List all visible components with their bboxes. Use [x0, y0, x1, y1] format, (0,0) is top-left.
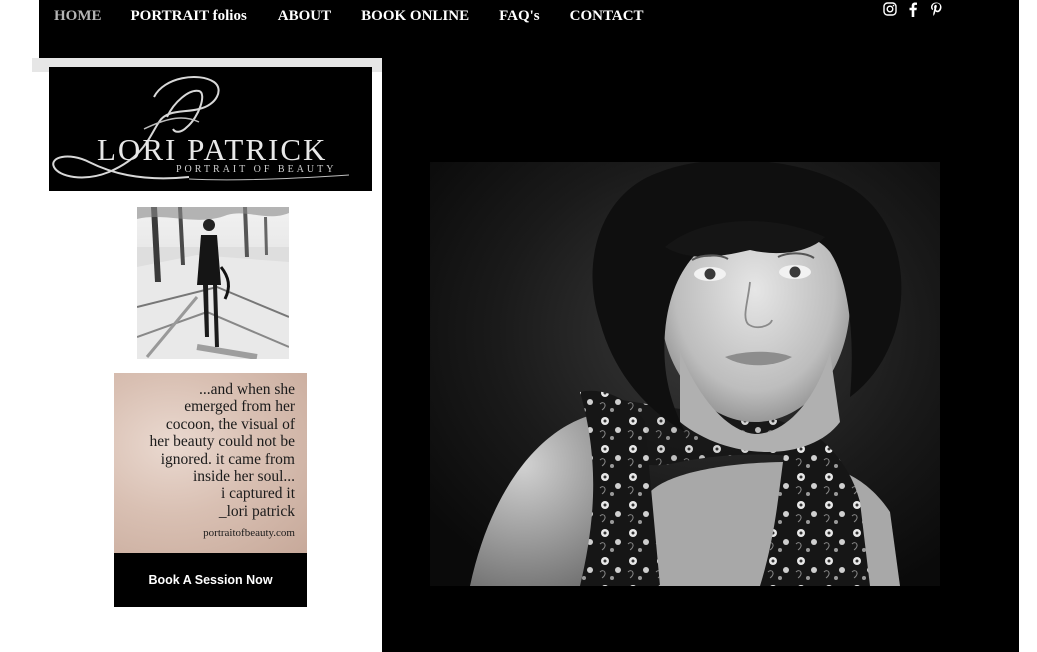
facebook-icon[interactable]	[905, 1, 921, 17]
site-logo[interactable]: LORI PATRICK PORTRAIT OF BEAUTY	[49, 67, 372, 191]
quote-line: ignored. it came from	[160, 450, 295, 468]
nav-item-home[interactable]: HOME	[54, 0, 102, 32]
logo-brand-name: LORI PATRICK	[97, 132, 328, 167]
nav-item-contact[interactable]: CONTACT	[570, 0, 644, 32]
quote-card: ...and when she emerged from her cocoon,…	[114, 373, 307, 607]
instagram-icon[interactable]	[882, 1, 898, 17]
logo-tagline: PORTRAIT OF BEAUTY	[176, 164, 337, 175]
nav-item-faqs[interactable]: FAQ's	[499, 0, 540, 32]
book-session-button[interactable]: Book A Session Now	[114, 553, 307, 607]
quote-paper-background: ...and when she emerged from her cocoon,…	[114, 373, 307, 553]
social-bar	[882, 1, 951, 17]
quote-website: portraitofbeauty.com	[203, 527, 295, 539]
site-header: HOME PORTRAIT folios ABOUT BOOK ONLINE F…	[39, 0, 1019, 58]
quote-text: ...and when she emerged from her cocoon,…	[125, 381, 295, 520]
main-nav: HOME PORTRAIT folios ABOUT BOOK ONLINE F…	[39, 0, 644, 32]
quote-line: her beauty could not be	[149, 433, 295, 451]
walking-woman-photo	[137, 207, 289, 359]
quote-line: ...and when she	[199, 381, 295, 398]
quote-line: i captured it	[220, 485, 295, 503]
nav-item-portrait-folios[interactable]: PORTRAIT folios	[131, 0, 247, 32]
quote-line: _lori patrick	[218, 502, 295, 520]
nav-item-book-online[interactable]: BOOK ONLINE	[361, 0, 469, 32]
quote-line: inside her soul...	[192, 468, 295, 486]
quote-line: emerged from her	[184, 398, 295, 416]
nav-item-about[interactable]: ABOUT	[278, 0, 331, 32]
pinterest-icon[interactable]	[928, 1, 944, 17]
portrait-photo	[430, 162, 940, 586]
quote-line: cocoon, the visual of	[165, 415, 295, 433]
